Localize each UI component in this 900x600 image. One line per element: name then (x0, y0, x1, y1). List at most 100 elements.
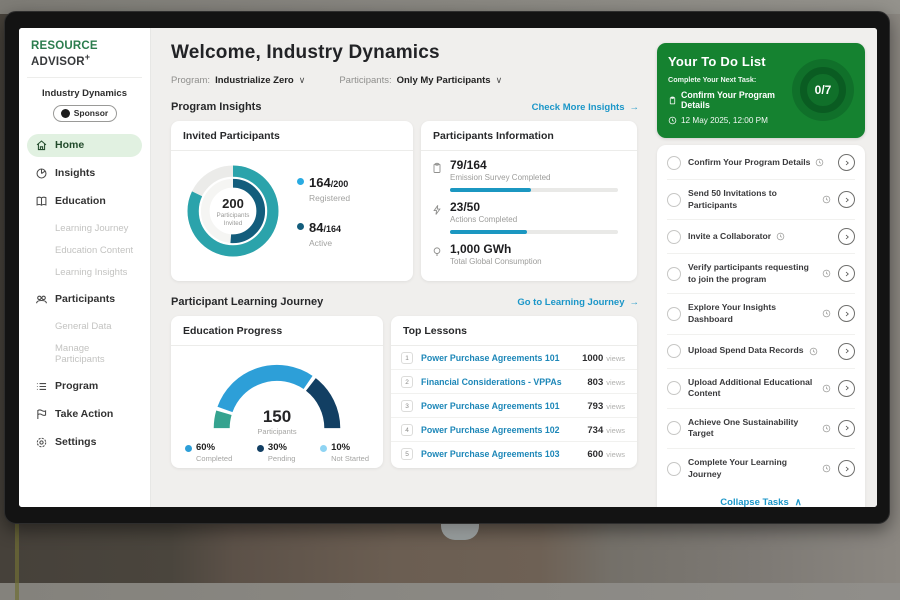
clock-icon (822, 424, 831, 433)
todo-progress-ring: 0/7 (800, 67, 846, 113)
task-row-achieve-target[interactable]: Achieve One Sustainability Target (667, 409, 855, 449)
task-open-button[interactable] (838, 343, 855, 360)
task-checkbox[interactable] (667, 462, 681, 476)
check-more-insights-label: Check More Insights (532, 102, 625, 113)
sidebar-item-label: Program (55, 380, 98, 392)
task-checkbox[interactable] (667, 381, 681, 395)
go-to-learning-journey-link[interactable]: Go to Learning Journey → (517, 297, 639, 308)
todo-next-task: Confirm Your Program Details (668, 90, 786, 110)
sidebar-item-manage-participants[interactable]: Manage Participants (27, 338, 142, 370)
check-more-insights-link[interactable]: Check More Insights → (532, 102, 639, 113)
task-open-button[interactable] (838, 420, 855, 437)
program-insights-header: Program Insights Check More Insights → (171, 101, 639, 113)
clock-icon (815, 158, 824, 167)
global-consumption-value: 1,000 GWh (450, 242, 625, 256)
task-checkbox[interactable] (667, 267, 681, 281)
task-row-send-invitations[interactable]: Send 50 Invitations to Participants (667, 180, 855, 220)
completed-label: Completed (196, 454, 232, 463)
lesson-views: 1000 (582, 353, 603, 364)
sidebar-item-learning-journey[interactable]: Learning Journey (27, 218, 142, 239)
page-title: Welcome, Industry Dynamics (171, 42, 639, 64)
task-open-button[interactable] (838, 265, 855, 282)
chevron-right-icon (843, 384, 851, 392)
todo-progress-value: 0/7 (815, 83, 832, 97)
lesson-row: 4 Power Purchase Agreements 102 734 view… (391, 418, 637, 442)
task-label: Upload Spend Data Records (688, 345, 804, 357)
registered-label: Registered (309, 193, 350, 203)
task-checkbox[interactable] (667, 156, 681, 170)
lesson-link[interactable]: Financial Considerations - VPPAs (421, 377, 587, 387)
task-row-verify-participants[interactable]: Verify participants requesting to join t… (667, 254, 855, 294)
sidebar-item-program[interactable]: Program (27, 375, 142, 398)
stat-global-consumption: 1,000 GWh Total Global Consumption (431, 242, 625, 266)
actions-completed-value: 23/50 (450, 200, 625, 214)
cable (15, 515, 19, 600)
invited-center-line2: Invited (224, 220, 243, 227)
sidebar-item-label: Take Action (55, 408, 113, 420)
main-content: Welcome, Industry Dynamics Program: Indu… (151, 28, 651, 507)
collapse-tasks-link[interactable]: Collapse Tasks ∧ (667, 488, 855, 507)
sidebar-item-insights[interactable]: Insights (27, 162, 142, 185)
clock-icon (668, 116, 677, 125)
task-open-button[interactable] (838, 154, 855, 171)
task-open-button[interactable] (838, 460, 855, 477)
task-checkbox[interactable] (667, 344, 681, 358)
participants-select[interactable]: Participants: Only My Participants ∨ (339, 75, 502, 86)
sidebar-item-take-action[interactable]: Take Action (27, 403, 142, 426)
task-label: Complete Your Learning Journey (688, 457, 817, 480)
task-open-button[interactable] (838, 305, 855, 322)
task-row-explore-insights[interactable]: Explore Your Insights Dashboard (667, 294, 855, 334)
sidebar-item-settings[interactable]: Settings (27, 431, 142, 454)
task-row-invite-collaborator[interactable]: Invite a Collaborator (667, 220, 855, 254)
task-label: Achieve One Sustainability Target (688, 417, 817, 440)
sidebar-item-participants[interactable]: Participants (27, 288, 142, 311)
not-started-dot-icon (320, 445, 327, 452)
clock-icon (822, 309, 831, 318)
task-checkbox[interactable] (667, 421, 681, 435)
sidebar-item-home[interactable]: Home (27, 134, 142, 157)
chevron-right-icon (843, 310, 851, 318)
logo-text-resource: RESOURCE (31, 40, 98, 52)
chevron-right-icon (843, 424, 851, 432)
section-title-learning-journey: Participant Learning Journey (171, 296, 323, 308)
lesson-link[interactable]: Power Purchase Agreements 101 (421, 401, 587, 411)
lesson-rank: 2 (401, 376, 413, 388)
clock-icon (809, 347, 818, 356)
lesson-link[interactable]: Power Purchase Agreements 102 (421, 425, 587, 435)
sidebar-item-label: Participants (55, 293, 115, 305)
emission-survey-progressbar (450, 188, 618, 192)
todo-summary-card: Your To Do List Complete Your Next Task:… (657, 43, 865, 138)
task-checkbox[interactable] (667, 230, 681, 244)
sidebar-item-label: Insights (55, 167, 95, 179)
task-open-button[interactable] (838, 380, 855, 397)
sidebar-item-education-content[interactable]: Education Content (27, 240, 142, 261)
task-row-confirm-program[interactable]: Confirm Your Program Details (667, 146, 855, 180)
filters-row: Program: Industrialize Zero ∨ Participan… (171, 75, 639, 86)
monitor-bezel: RESOURCE ADVISOR+ Industry Dynamics Spon… (4, 11, 890, 524)
lesson-link[interactable]: Power Purchase Agreements 101 (421, 353, 582, 363)
task-checkbox[interactable] (667, 307, 681, 321)
sidebar-item-learning-insights[interactable]: Learning Insights (27, 262, 142, 283)
lesson-views: 803 (587, 377, 603, 388)
registered-value: 164 (309, 175, 331, 190)
lesson-rank: 3 (401, 400, 413, 412)
sidebar-item-education[interactable]: Education (27, 190, 142, 213)
task-open-button[interactable] (838, 228, 855, 245)
task-row-complete-learning-journey[interactable]: Complete Your Learning Journey (667, 449, 855, 488)
sidebar-item-general-data[interactable]: General Data (27, 316, 142, 337)
program-select[interactable]: Program: Industrialize Zero ∨ (171, 75, 305, 86)
task-label: Invite a Collaborator (688, 231, 771, 243)
sidebar-item-label: Home (55, 139, 84, 151)
task-open-button[interactable] (838, 191, 855, 208)
chevron-right-icon (843, 347, 851, 355)
clock-icon (822, 269, 831, 278)
learning-journey-header: Participant Learning Journey Go to Learn… (171, 296, 639, 308)
insights-cards-row: Invited Participants 200 (171, 121, 639, 281)
task-checkbox[interactable] (667, 193, 681, 207)
task-row-upload-educational-content[interactable]: Upload Additional Educational Content (667, 369, 855, 409)
flag-icon (35, 408, 48, 421)
lesson-link[interactable]: Power Purchase Agreements 103 (421, 449, 587, 459)
education-participants-label: Participants (202, 427, 352, 436)
invited-total: 200 (222, 196, 244, 211)
task-row-upload-spend-data[interactable]: Upload Spend Data Records (667, 335, 855, 369)
